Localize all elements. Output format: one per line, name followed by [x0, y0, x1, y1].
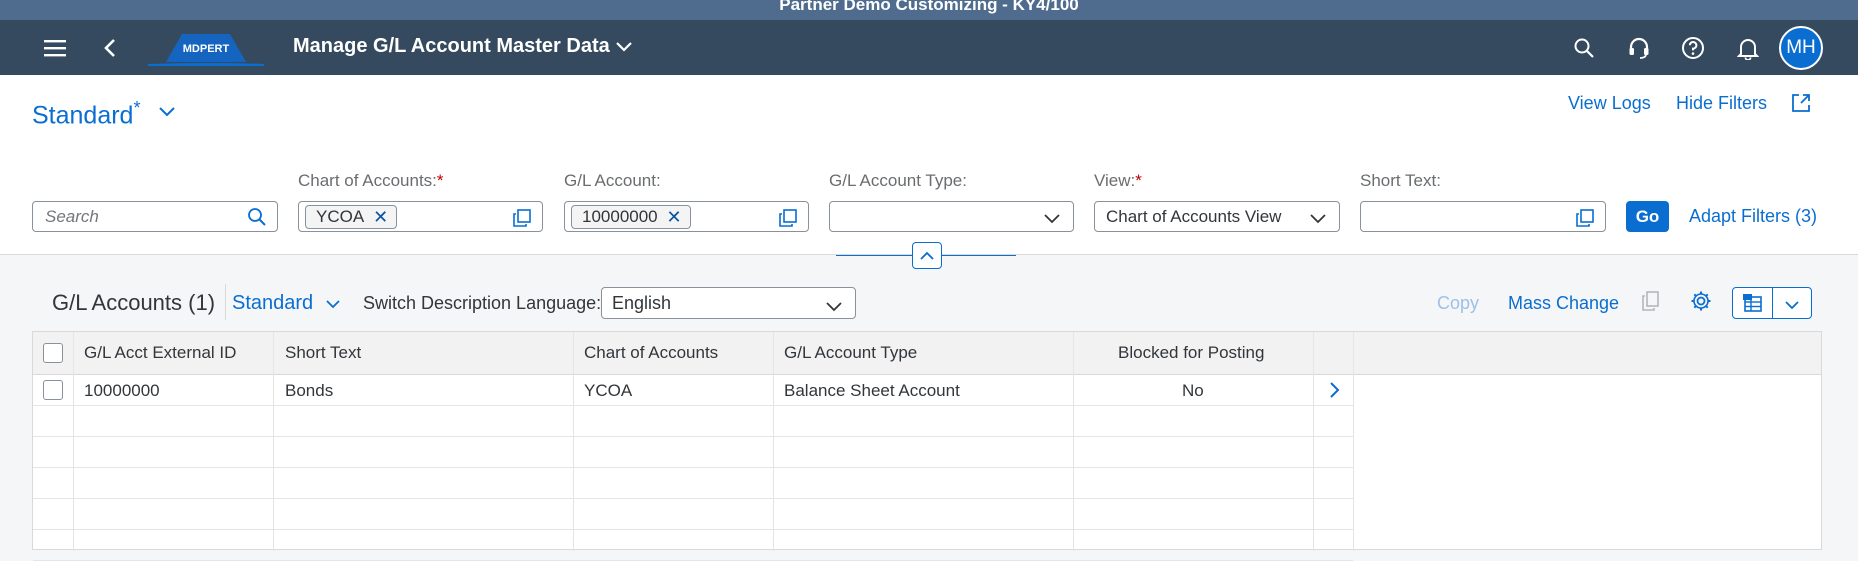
cell-account-type: Balance Sheet Account [784, 381, 960, 400]
cell-short-text: Bonds [285, 381, 334, 400]
column-header-account-type[interactable]: G/L Account Type [784, 343, 917, 363]
gear-icon[interactable] [1690, 290, 1712, 317]
chart-of-accounts-token[interactable]: YCOA ✕ [305, 205, 398, 229]
table-row [33, 530, 1353, 561]
short-text-label: Short Text: [1360, 171, 1441, 190]
menu-icon[interactable] [40, 33, 70, 63]
hide-filters-link[interactable]: Hide Filters [1676, 93, 1767, 114]
chevron-down-icon[interactable] [1043, 210, 1061, 230]
system-bar-text: Partner Demo Customizing - KY4/100 [779, 0, 1079, 14]
value-help-icon[interactable] [778, 208, 798, 233]
view-logs-link[interactable]: View Logs [1568, 93, 1651, 114]
chevron-down-icon[interactable] [615, 40, 633, 58]
row-checkbox[interactable] [43, 380, 63, 400]
toolbar-divider [225, 284, 226, 320]
company-logo: MDPERT [146, 26, 266, 68]
chevron-down-icon[interactable] [1784, 298, 1800, 316]
table-row [33, 406, 1353, 437]
required-marker: * [1135, 171, 1142, 190]
column-header-chart-of-accounts[interactable]: Chart of Accounts [584, 343, 718, 363]
view-select[interactable]: Chart of Accounts View [1094, 201, 1340, 232]
headset-icon[interactable] [1624, 33, 1654, 63]
back-icon[interactable] [95, 33, 125, 63]
value-help-icon[interactable] [512, 208, 532, 233]
gl-account-token[interactable]: 10000000 ✕ [571, 205, 691, 229]
search-placeholder: Search [45, 207, 99, 226]
system-bar: Partner Demo Customizing - KY4/100 [0, 0, 1858, 20]
chart-of-accounts-token-text: YCOA [316, 207, 365, 226]
search-input[interactable]: Search [32, 201, 278, 232]
cell-blocked-for-posting: No [1182, 381, 1204, 400]
table-row [33, 499, 1353, 530]
copy-icon[interactable] [1641, 290, 1661, 317]
app-title[interactable]: Manage G/L Account Master Data [293, 35, 610, 58]
cell-external-id: 10000000 [84, 381, 160, 400]
required-marker: * [436, 171, 444, 190]
column-header-blocked-for-posting[interactable]: Blocked for Posting [1118, 343, 1264, 363]
gl-account-type-select[interactable] [829, 201, 1074, 232]
chevron-right-icon[interactable] [1328, 381, 1340, 404]
export-icon[interactable] [1742, 293, 1764, 318]
short-text-field[interactable] [1360, 201, 1606, 232]
chevron-down-icon[interactable] [1309, 210, 1327, 230]
search-icon[interactable] [1569, 33, 1599, 63]
logo-text: MDPERT [183, 43, 230, 55]
gl-account-field[interactable]: 10000000 ✕ [564, 201, 809, 232]
variant-modified-marker: * [133, 98, 141, 118]
view-label-text: View: [1094, 171, 1136, 190]
chevron-down-icon[interactable] [158, 105, 176, 123]
column-header-short-text[interactable]: Short Text [285, 343, 361, 363]
remove-token-icon[interactable]: ✕ [373, 206, 388, 228]
table-toolbar: G/L Accounts (1) Standard Switch Descrip… [0, 256, 1858, 331]
avatar-initials: MH [1786, 37, 1816, 58]
table-row[interactable]: 10000000 Bonds YCOA Balance Sheet Accoun… [33, 375, 1353, 406]
shell-bar: MDPERT Manage G/L Account Master Data MH [0, 20, 1858, 75]
export-split-button[interactable] [1732, 287, 1812, 319]
adapt-filters-link[interactable]: Adapt Filters (3) [1689, 206, 1817, 227]
gl-accounts-table: G/L Acct External ID Short Text Chart of… [32, 331, 1822, 561]
go-button[interactable]: Go [1626, 201, 1669, 232]
filter-header: Standard* View Logs Hide Filters Search … [0, 75, 1858, 269]
chart-of-accounts-label-text: Chart of Accounts: [298, 171, 437, 190]
avatar[interactable]: MH [1779, 26, 1823, 70]
chart-of-accounts-label: Chart of Accounts:* [298, 171, 444, 191]
gl-account-token-text: 10000000 [582, 207, 658, 226]
gl-account-type-label: G/L Account Type: [829, 171, 967, 190]
table-variant-selector[interactable]: Standard [232, 292, 313, 315]
table-title: G/L Accounts (1) [52, 290, 216, 315]
chevron-down-icon[interactable] [325, 297, 341, 315]
column-header-external-id[interactable]: G/L Acct External ID [84, 343, 236, 363]
variant-selector[interactable]: Standard* [32, 98, 140, 130]
split-separator [1772, 288, 1773, 318]
variant-name: Standard [32, 101, 134, 130]
column-divider [1353, 332, 1354, 551]
description-language-label: Switch Description Language: [363, 293, 602, 313]
mass-change-button[interactable]: Mass Change [1508, 293, 1619, 314]
select-all-checkbox[interactable] [43, 343, 63, 363]
table-header: G/L Acct External ID Short Text Chart of… [33, 332, 1821, 375]
chevron-down-icon[interactable] [825, 297, 843, 318]
table-row [33, 468, 1353, 499]
copy-button[interactable]: Copy [1437, 293, 1479, 314]
gl-account-label: G/L Account: [564, 171, 661, 190]
table-row [33, 437, 1353, 468]
cell-chart-of-accounts: YCOA [584, 381, 633, 400]
description-language-select[interactable]: English [601, 287, 856, 319]
remove-token-icon[interactable]: ✕ [667, 206, 682, 228]
help-icon[interactable] [1678, 33, 1708, 63]
bell-icon[interactable] [1733, 33, 1763, 63]
view-label: View:* [1094, 171, 1142, 191]
value-help-icon[interactable] [1575, 208, 1595, 233]
description-language-value: English [612, 293, 672, 313]
chart-of-accounts-field[interactable]: YCOA ✕ [298, 201, 543, 232]
share-icon[interactable] [1790, 92, 1812, 119]
view-value: Chart of Accounts View [1106, 207, 1282, 226]
search-icon[interactable] [247, 207, 267, 232]
